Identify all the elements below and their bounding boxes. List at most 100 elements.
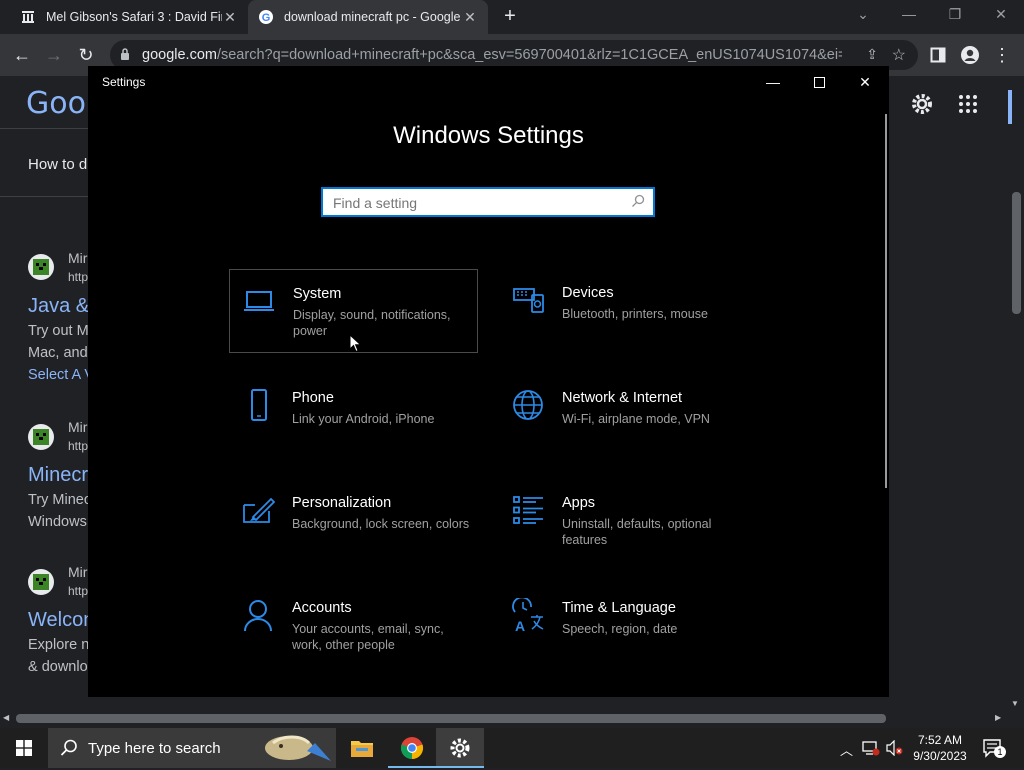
start-button[interactable] — [0, 728, 48, 768]
back-icon[interactable]: ← — [10, 43, 34, 67]
category-name: Accounts — [292, 600, 352, 616]
chevron-up-icon[interactable]: ︿ — [840, 740, 853, 759]
result-title-link[interactable]: Minecr — [28, 464, 88, 487]
phone-icon — [241, 388, 275, 422]
category-name: Network & Internet — [562, 390, 683, 406]
network-icon[interactable] — [862, 740, 880, 759]
category-description: Link your Android, iPhone — [292, 412, 435, 426]
result-url: http — [68, 584, 89, 598]
result-snippet: & downlo — [28, 659, 88, 675]
category-apps[interactable]: Apps Uninstall, defaults, optional featu… — [499, 479, 748, 563]
paint-icon — [241, 493, 276, 527]
volume-muted-icon[interactable] — [886, 739, 904, 759]
result-snippet: Explore ne — [28, 637, 98, 653]
scroll-right-icon[interactable]: ▶ — [995, 713, 1001, 722]
close-tab-icon[interactable]: ✕ — [462, 9, 478, 25]
category-description: Wi-Fi, airplane mode, VPN — [562, 412, 710, 426]
category-name: System — [293, 286, 342, 302]
category-description: Display, sound, notifications, power — [293, 308, 451, 338]
url-host: google.com — [142, 47, 217, 63]
close-window-icon[interactable]: ✕ — [991, 6, 1011, 23]
minecraft-favicon — [28, 424, 54, 450]
file-explorer-icon[interactable] — [338, 728, 386, 768]
taskbar: Type here to search ︿ 7:52 AM 9/30/2023 … — [0, 728, 1024, 768]
scrollbar-thumb[interactable] — [16, 714, 886, 723]
category-description: Uninstall, defaults, optional features — [562, 517, 712, 547]
category-accounts[interactable]: Accounts Your accounts, email, sync, wor… — [229, 584, 478, 668]
google-icon: G — [258, 9, 274, 25]
laptop-icon — [242, 284, 276, 318]
result-title-link[interactable]: Welcon — [28, 609, 94, 632]
minimize-icon[interactable]: — — [899, 6, 919, 22]
scroll-down-icon[interactable]: ▼ — [1011, 699, 1019, 708]
category-name: Time & Language — [562, 600, 676, 616]
category-phone[interactable]: Phone Link your Android, iPhone — [229, 374, 478, 458]
search-icon — [60, 739, 78, 762]
settings-gear-icon[interactable] — [910, 92, 934, 121]
result-snippet: Mac, and — [28, 345, 88, 361]
search-highlight-illustration-icon — [263, 731, 333, 770]
profile-icon[interactable] — [958, 43, 982, 67]
system-clock[interactable]: 7:52 AM 9/30/2023 — [908, 732, 972, 764]
vertical-scrollbar[interactable]: ▼ — [1008, 76, 1024, 710]
menu-kebab-icon[interactable]: ⋮ — [990, 43, 1014, 67]
mouse-cursor-icon — [349, 333, 362, 358]
window-title: Settings — [102, 75, 146, 89]
chrome-icon[interactable] — [388, 728, 436, 768]
apps-grid-icon[interactable] — [958, 94, 978, 119]
restore-icon[interactable]: ❐ — [945, 6, 965, 23]
category-description: Background, lock screen, colors — [292, 517, 470, 531]
globe-icon — [511, 388, 545, 422]
bookmark-star-icon[interactable]: ☆ — [892, 45, 906, 65]
result-sitelink[interactable]: Select A V — [28, 367, 94, 383]
minecraft-favicon — [28, 569, 54, 595]
category-personalization[interactable]: Personalization Background, lock screen,… — [229, 479, 478, 563]
category-description: Speech, region, date — [562, 622, 678, 636]
horizontal-scrollbar[interactable]: ◀ ▶ — [0, 710, 1024, 727]
scroll-left-icon[interactable]: ◀ — [3, 713, 9, 722]
category-network[interactable]: Network & Internet Wi-Fi, airplane mode,… — [499, 374, 748, 458]
minimize-icon[interactable]: — — [750, 70, 796, 94]
settings-app-icon[interactable] — [436, 728, 484, 768]
find-setting-search[interactable] — [321, 187, 655, 217]
search-input[interactable] — [331, 193, 625, 213]
tab-google-search[interactable]: G download minecraft pc - Google Search … — [248, 0, 488, 34]
search-placeholder: Type here to search — [88, 740, 221, 757]
notification-badge: 1 — [994, 746, 1006, 758]
tab-search-icon[interactable]: ⌄ — [853, 6, 873, 23]
close-tab-icon[interactable]: ✕ — [222, 9, 238, 25]
result-snippet: Try out Mi — [28, 323, 92, 339]
category-description: Your accounts, email, sync, work, other … — [292, 622, 444, 652]
person-icon — [241, 598, 275, 632]
new-tab-button[interactable]: + — [498, 4, 522, 28]
close-window-icon[interactable]: ✕ — [842, 70, 888, 94]
scrollbar-thumb[interactable] — [1012, 192, 1021, 314]
forward-icon[interactable]: → — [42, 43, 66, 67]
google-logo: Goo — [26, 86, 86, 121]
result-site: Mir — [68, 419, 88, 435]
share-icon[interactable]: ⇪ — [866, 46, 878, 63]
result-url: http — [68, 270, 89, 284]
taskbar-search-box[interactable]: Type here to search — [48, 728, 336, 768]
category-time-language[interactable]: A Time & Language Speech, region, date — [499, 584, 748, 668]
category-name: Apps — [562, 495, 596, 511]
maximize-icon[interactable] — [796, 70, 842, 94]
tab-title: download minecraft pc - Google Search — [284, 10, 460, 24]
result-snippet: Windows, — [28, 514, 91, 530]
side-panel-icon[interactable] — [926, 43, 950, 67]
apps-list-icon — [511, 493, 545, 527]
result-title-link[interactable]: Java & — [28, 295, 89, 318]
reload-icon[interactable]: ↻ — [74, 43, 98, 67]
tab-title: Mel Gibson's Safari 3 : David Firth — [46, 10, 222, 24]
search-icon — [631, 194, 645, 213]
settings-scrollbar[interactable] — [885, 114, 887, 488]
category-name: Phone — [292, 390, 334, 406]
settings-window: Settings — ✕ Windows Settings System Dis… — [88, 66, 889, 697]
minecraft-favicon — [28, 254, 54, 280]
windows-logo-icon — [16, 740, 32, 756]
tab-mel-gibson[interactable]: Mel Gibson's Safari 3 : David Firth ✕ — [10, 0, 248, 34]
category-devices[interactable]: Devices Bluetooth, printers, mouse — [499, 269, 748, 353]
result-snippet: Try Mineo — [28, 492, 92, 508]
section-heading: How to d — [28, 156, 88, 173]
notification-center-icon[interactable]: 1 — [982, 738, 1006, 763]
